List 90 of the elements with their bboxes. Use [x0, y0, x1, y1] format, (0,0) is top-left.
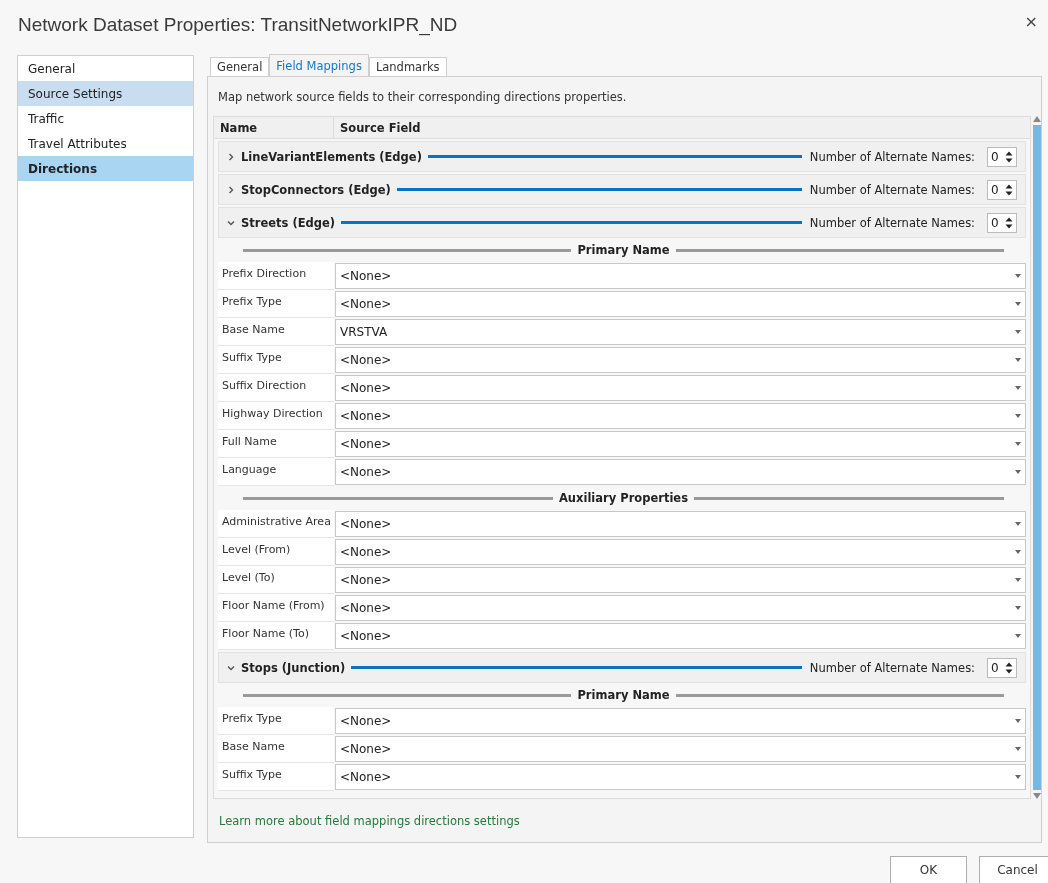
- dropdown-caret-icon: [1015, 386, 1021, 390]
- scroll-down-icon[interactable]: [1033, 793, 1041, 799]
- source-name: LineVariantElements (Edge): [241, 149, 422, 164]
- alternate-names-label: Number of Alternate Names:: [809, 215, 975, 230]
- section-title: Primary Name: [577, 688, 670, 702]
- source-field-dropdown[interactable]: <None>: [335, 459, 1026, 485]
- dropdown-caret-icon: [1015, 302, 1021, 306]
- alternate-names-label: Number of Alternate Names:: [809, 182, 975, 197]
- tab[interactable]: General: [210, 57, 270, 76]
- source-field-dropdown[interactable]: <None>: [335, 567, 1026, 593]
- spinner-arrows-icon[interactable]: [1005, 182, 1013, 197]
- column-header: Source Field: [339, 119, 422, 137]
- source-field-dropdown[interactable]: <None>: [335, 539, 1026, 565]
- field-label: Level (From): [218, 538, 334, 566]
- alternate-names-spinner[interactable]: 0: [987, 179, 1017, 200]
- dropdown-caret-icon: [1015, 358, 1021, 362]
- source-name: Stops (Junction): [241, 660, 346, 675]
- source-group-row[interactable]: Stops (Junction) Number of Alternate Names: 0: [218, 652, 1026, 683]
- dropdown-caret-icon: [1015, 606, 1021, 610]
- source-field-dropdown[interactable]: <None>: [335, 431, 1026, 457]
- sidebar-item[interactable]: Directions: [18, 156, 193, 181]
- spinner-arrows-icon[interactable]: [1005, 149, 1013, 164]
- source-field-dropdown[interactable]: <None>: [335, 347, 1026, 373]
- source-field-dropdown[interactable]: <None>: [335, 291, 1026, 317]
- source-field-dropdown[interactable]: VRSTVA: [335, 319, 1026, 345]
- field-label: Suffix Type: [218, 346, 334, 374]
- description-text: Map network source fields to their corresponding directions properties.: [217, 88, 628, 106]
- dropdown-caret-icon: [1015, 775, 1021, 779]
- tab[interactable]: Field Mappings: [269, 54, 369, 77]
- source-name: Streets (Edge): [241, 215, 336, 230]
- section-title: Auxiliary Properties: [558, 491, 689, 505]
- cancel-button[interactable]: Cancel: [979, 856, 1048, 883]
- chevron-right-icon[interactable]: [227, 185, 235, 194]
- source-field-dropdown[interactable]: <None>: [335, 595, 1026, 621]
- dropdown-caret-icon: [1015, 414, 1021, 418]
- field-label: Suffix Direction: [218, 374, 334, 402]
- column-header: Name: [214, 117, 334, 138]
- source-group-row[interactable]: StopConnectors (Edge) Number of Alternate Names: 0: [218, 174, 1026, 205]
- field-label: Suffix Type: [218, 763, 334, 791]
- alternate-names-spinner[interactable]: 0: [987, 212, 1017, 233]
- alternate-names-spinner[interactable]: 0: [987, 657, 1017, 678]
- field-label: Prefix Type: [218, 707, 334, 735]
- alternate-names-spinner[interactable]: 0: [987, 146, 1017, 167]
- dropdown-caret-icon: [1015, 522, 1021, 526]
- ok-button[interactable]: OK: [890, 856, 967, 883]
- dropdown-caret-icon: [1015, 550, 1021, 554]
- dropdown-caret-icon: [1015, 442, 1021, 446]
- tab[interactable]: Landmarks: [368, 57, 447, 76]
- dropdown-caret-icon: [1015, 747, 1021, 751]
- source-field-dropdown[interactable]: <None>: [335, 263, 1026, 289]
- section-title: Primary Name: [577, 243, 670, 257]
- field-label: Base Name: [218, 735, 334, 763]
- field-label: Prefix Direction: [218, 262, 334, 290]
- chevron-down-icon[interactable]: [227, 218, 235, 227]
- field-label: Level (To): [218, 566, 334, 594]
- source-field-dropdown[interactable]: <None>: [335, 708, 1026, 734]
- source-field-dropdown[interactable]: <None>: [335, 375, 1026, 401]
- scroll-up-icon[interactable]: [1033, 116, 1041, 122]
- field-label: Prefix Type: [218, 290, 334, 318]
- alternate-names-label: Number of Alternate Names:: [809, 149, 975, 164]
- source-field-dropdown[interactable]: <None>: [335, 511, 1026, 537]
- field-label: Language: [218, 458, 334, 486]
- field-label: Full Name: [218, 430, 334, 458]
- source-field-dropdown[interactable]: <None>: [335, 736, 1026, 762]
- source-field-dropdown[interactable]: <None>: [335, 623, 1026, 649]
- sidebar-item[interactable]: Source Settings: [18, 81, 193, 106]
- alternate-names-label: Number of Alternate Names:: [809, 660, 975, 675]
- dropdown-caret-icon: [1015, 470, 1021, 474]
- chevron-right-icon[interactable]: [227, 152, 235, 161]
- spinner-arrows-icon[interactable]: [1005, 660, 1013, 675]
- close-button[interactable]: ×: [1024, 12, 1038, 31]
- source-field-dropdown[interactable]: <None>: [335, 764, 1026, 790]
- spinner-arrows-icon[interactable]: [1005, 215, 1013, 230]
- field-label: Floor Name (To): [218, 622, 334, 650]
- source-name: StopConnectors (Edge): [241, 182, 391, 197]
- source-group-row[interactable]: Streets (Edge) Number of Alternate Names: 0: [218, 207, 1026, 238]
- dropdown-caret-icon: [1015, 719, 1021, 723]
- field-label: Administrative Area: [218, 510, 334, 538]
- help-link[interactable]: Learn more about field mappings directions settings: [213, 799, 520, 842]
- dropdown-caret-icon: [1015, 578, 1021, 582]
- source-field-dropdown[interactable]: <None>: [335, 403, 1026, 429]
- field-label: Floor Name (From): [218, 594, 334, 622]
- source-group-row[interactable]: LineVariantElements (Edge) Number of Alternate Names: 0: [218, 141, 1026, 172]
- window-title: Network Dataset Properties: TransitNetworkIPR_ND: [18, 14, 458, 36]
- dropdown-caret-icon: [1015, 634, 1021, 638]
- field-label: Base Name: [218, 318, 334, 346]
- chevron-down-icon[interactable]: [227, 663, 235, 672]
- dropdown-caret-icon: [1015, 330, 1021, 334]
- field-label: Highway Direction: [218, 402, 334, 430]
- dropdown-caret-icon: [1015, 274, 1021, 278]
